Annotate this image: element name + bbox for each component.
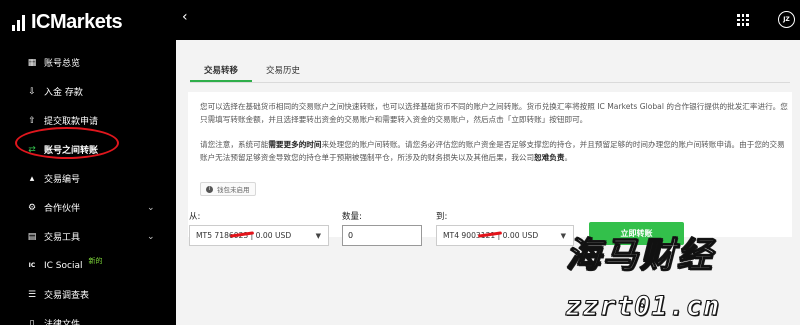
top-header: ‹ JZ: [176, 0, 800, 40]
sidebar-item-label: 交易工具: [44, 233, 81, 243]
chevron-down-icon: ⌄: [147, 202, 155, 213]
sidebar-item-trading-accounts[interactable]: ▴ 交易编号: [0, 164, 176, 193]
survey-icon: ☰: [27, 289, 37, 300]
sidebar-item-label: 交易编号: [44, 175, 81, 185]
chart-icon: ▴: [29, 173, 35, 184]
legal-icon: ▯: [29, 318, 35, 325]
sidebar-item-label: 法律文件: [44, 320, 81, 325]
chevron-down-icon: ⌄: [147, 231, 155, 242]
sidebar-item-label: 合作伙伴: [44, 204, 81, 214]
tools-icon: ▤: [27, 231, 37, 242]
watermark-title: 海马财经: [565, 235, 715, 276]
to-account-select[interactable]: MT4 9003121 | 0.00 USD ▼: [436, 225, 574, 246]
amount-label: 数量:: [342, 212, 362, 222]
sidebar: ICMarkets ▦ 账号总览 ⇩ 入金 存款 ⇧ 提交取款申请 ⇄ 账号之间…: [0, 0, 176, 325]
logo-bars-icon: [12, 13, 28, 31]
transfer-panel: 您可以选择在基础货币相同的交易账户之间快速转账，也可以选择基础货币不同的账户之间…: [188, 92, 792, 237]
tab-bar: 交易转移 交易历史: [190, 64, 314, 82]
sidebar-item-label: 提交取款申请: [44, 117, 99, 127]
info-paragraph-2: 请您注意，系统可能需要更多的时间来处理您的账户间转账。请您务必评估您的账户资金是…: [200, 138, 790, 164]
to-label: 到:: [436, 212, 448, 222]
partner-icon: ⚙: [27, 202, 37, 213]
sidebar-item-partners[interactable]: ⚙ 合作伙伴 ⌄: [0, 193, 176, 222]
sidebar-item-ic-social[interactable]: IC IC Social 新的: [0, 251, 176, 280]
sidebar-item-label: 账号总览: [44, 59, 81, 69]
sidebar-item-label: IC Social: [44, 260, 83, 271]
sidebar-item-tools[interactable]: ▤ 交易工具 ⌄: [0, 222, 176, 251]
sidebar-item-overview[interactable]: ▦ 账号总览: [0, 48, 176, 77]
sidebar-item-legal[interactable]: ▯ 法律文件: [0, 309, 176, 325]
wallet-status-text: 钱包未启用: [217, 186, 250, 194]
info-text: 。: [564, 153, 573, 162]
back-arrow-icon[interactable]: ‹: [182, 9, 188, 25]
ic-markets-logo[interactable]: ICMarkets: [12, 10, 123, 34]
sidebar-item-label: 入金 存款: [44, 88, 83, 98]
info-bold-text: 恕难负责: [534, 153, 565, 162]
deposit-icon: ⇩: [28, 86, 36, 97]
caret-down-icon: ▼: [315, 232, 321, 240]
amount-input[interactable]: 0: [342, 225, 422, 246]
tab-transfer[interactable]: 交易转移: [190, 64, 253, 82]
from-account-select[interactable]: MT5 7186023 | 0.00 USD ▼: [189, 225, 329, 246]
sidebar-item-label: 交易调查表: [44, 291, 90, 301]
sidebar-nav: ▦ 账号总览 ⇩ 入金 存款 ⇧ 提交取款申请 ⇄ 账号之间转账 ▴ 交易编号 …: [0, 48, 176, 325]
info-paragraph-1: 您可以选择在基础货币相同的交易账户之间快速转账，也可以选择基础货币不同的账户之间…: [200, 102, 788, 124]
ic-social-icon: IC: [28, 261, 36, 269]
wallet-status-note: i 钱包未启用: [200, 182, 256, 196]
highlight-circle-annotation: [15, 127, 119, 159]
info-icon: i: [206, 185, 213, 193]
apps-grid-icon[interactable]: [737, 14, 749, 26]
new-badge: 新的: [88, 256, 103, 265]
info-text: 请您注意，系统可能: [200, 140, 269, 149]
user-avatar[interactable]: JZ: [778, 11, 795, 28]
watermark-url: zzrt01.cn: [564, 291, 721, 323]
tab-divider: [190, 82, 790, 83]
brand-name: ICMarkets: [31, 10, 123, 33]
info-bold-text: 需要更多的时间: [268, 140, 322, 149]
sidebar-item-deposit[interactable]: ⇩ 入金 存款: [0, 77, 176, 106]
overview-icon: ▦: [27, 57, 37, 68]
tab-history[interactable]: 交易历史: [252, 64, 314, 82]
main-content: 交易转移 交易历史 您可以选择在基础货币相同的交易账户之间快速转账，也可以选择基…: [176, 40, 800, 325]
from-label: 从:: [189, 212, 201, 222]
withdraw-icon: ⇧: [28, 115, 36, 126]
sidebar-item-survey[interactable]: ☰ 交易调查表: [0, 280, 176, 309]
